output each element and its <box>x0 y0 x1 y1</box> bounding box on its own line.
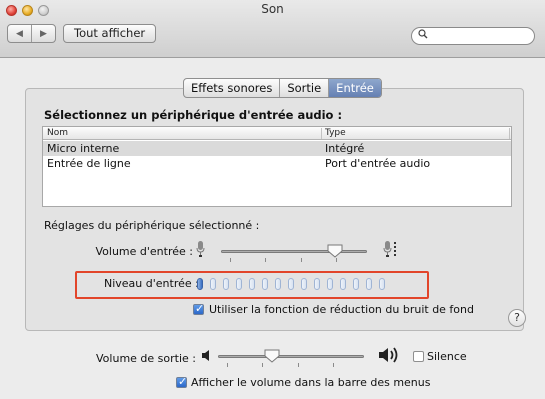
sound-preferences-window: Son ◀ ▶ Tout afficher Effets sonores Sor… <box>0 0 545 399</box>
toolbar: Son ◀ ▶ Tout afficher <box>0 0 545 58</box>
noise-reduction-label: Utiliser la fonction de réduction du bru… <box>209 303 474 316</box>
input-level-segment <box>210 278 216 290</box>
input-level-segment <box>379 278 385 290</box>
input-level-segment <box>236 278 242 290</box>
tab-sound-effects[interactable]: Effets sonores <box>184 79 281 97</box>
show-all-button[interactable]: Tout afficher <box>63 24 157 43</box>
output-volume-slider[interactable] <box>218 349 364 369</box>
input-level-segment <box>249 278 255 290</box>
microphone-low-icon <box>196 241 205 257</box>
input-level-label: Niveau d'entrée : <box>104 277 199 290</box>
input-level-segment <box>301 278 307 290</box>
speaker-low-icon <box>202 350 209 361</box>
device-name: Micro interne <box>47 142 120 155</box>
input-level-segment <box>353 278 359 290</box>
forward-button[interactable]: ▶ <box>32 25 55 42</box>
input-level-segment <box>262 278 268 290</box>
table-row[interactable]: Micro interne Intégré <box>43 141 511 156</box>
output-volume-label: Volume de sortie : <box>96 352 196 365</box>
input-level-segment <box>327 278 333 290</box>
noise-reduction-checkbox[interactable]: ✓ <box>193 302 204 315</box>
table-header: Nom Type <box>43 127 511 140</box>
microphone-high-icon <box>383 241 392 257</box>
tab-bar: Effets sonores Sortie Entrée <box>183 78 382 98</box>
output-volume-slider-thumb[interactable] <box>264 349 280 363</box>
window-title: Son <box>261 2 284 16</box>
input-level-segment <box>223 278 229 290</box>
input-level-segment <box>275 278 281 290</box>
show-volume-in-menubar-checkbox[interactable]: ✓ <box>176 375 187 388</box>
search-icon <box>418 29 428 42</box>
speaker-high-icon <box>379 347 398 363</box>
show-volume-in-menubar-label: Afficher le volume dans la barre des men… <box>191 376 431 389</box>
mute-label: Silence <box>427 350 467 363</box>
device-type: Intégré <box>325 142 365 155</box>
back-forward-control: ◀ ▶ <box>7 24 56 43</box>
table-row[interactable]: Entrée de ligne Port d'entrée audio <box>43 156 511 171</box>
tab-output[interactable]: Sortie <box>280 79 330 97</box>
input-level-segment <box>340 278 346 290</box>
input-level-segment <box>288 278 294 290</box>
tab-input[interactable]: Entrée <box>329 79 381 97</box>
volume-dots-icon <box>394 242 396 256</box>
search-field[interactable] <box>411 27 535 45</box>
input-volume-slider[interactable] <box>221 244 367 264</box>
input-level-segment <box>314 278 320 290</box>
mute-checkbox[interactable] <box>413 351 424 362</box>
input-device-table[interactable]: Nom Type Micro interne Intégré Entrée de… <box>42 126 512 207</box>
input-level-segment <box>197 278 203 290</box>
input-level-segment <box>366 278 372 290</box>
device-settings-title: Réglages du périphérique sélectionné : <box>44 219 260 232</box>
help-button[interactable]: ? <box>508 309 526 327</box>
column-header-type[interactable]: Type <box>325 128 346 138</box>
device-type: Port d'entrée audio <box>325 157 431 170</box>
input-device-section-title: Sélectionnez un périphérique d'entrée au… <box>44 108 343 122</box>
input-volume-slider-thumb[interactable] <box>327 244 343 258</box>
device-name: Entrée de ligne <box>47 157 131 170</box>
input-volume-label: Volume d'entrée : <box>95 245 194 258</box>
back-button[interactable]: ◀ <box>8 25 32 42</box>
column-header-name[interactable]: Nom <box>47 128 68 138</box>
